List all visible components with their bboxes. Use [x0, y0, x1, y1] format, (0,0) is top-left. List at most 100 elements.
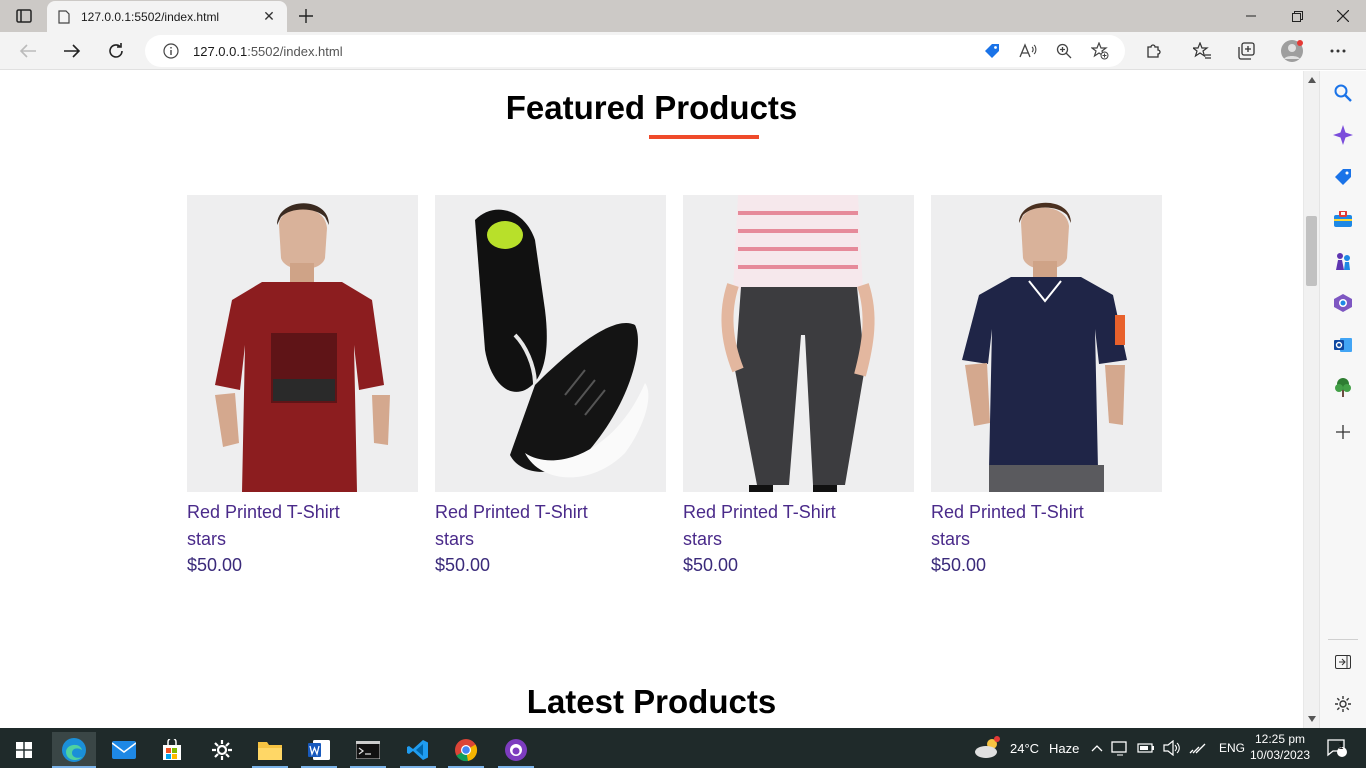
settings-more-button[interactable]	[1324, 38, 1352, 64]
sidebar-outlook-button[interactable]	[1332, 334, 1354, 356]
volume-icon[interactable]	[1163, 740, 1181, 756]
chess-piece-icon	[1336, 253, 1350, 270]
black-sneakers-image	[435, 195, 666, 492]
notification-count: 1	[1338, 741, 1344, 751]
info-icon[interactable]	[163, 43, 179, 59]
forward-button[interactable]	[58, 38, 86, 64]
address-bar[interactable]: 127.0.0.1:5502/index.html	[145, 35, 1125, 67]
tab-actions-button[interactable]	[8, 5, 40, 27]
zoom-icon[interactable]	[1053, 40, 1075, 62]
back-button[interactable]	[14, 38, 42, 64]
scrollbar-thumb[interactable]	[1306, 216, 1317, 286]
taskbar-vscode[interactable]	[396, 732, 440, 768]
collections-button[interactable]	[1232, 38, 1260, 64]
sidebar-discover-button[interactable]	[1332, 124, 1354, 146]
shopping-tag-icon[interactable]	[981, 40, 1003, 62]
more-icon	[1330, 49, 1346, 53]
search-icon	[1334, 84, 1352, 102]
close-window-button[interactable]	[1320, 0, 1366, 32]
product-price: $50.00	[435, 555, 491, 575]
gear-icon	[1335, 696, 1351, 712]
plus-icon	[1336, 425, 1350, 439]
product-image[interactable]	[187, 195, 418, 492]
clock-date: 10/03/2023	[1249, 748, 1311, 762]
close-tab-icon[interactable]: ✕	[261, 8, 277, 25]
taskbar-edge[interactable]	[52, 732, 96, 768]
sidebar-hide-button[interactable]	[1332, 651, 1354, 673]
taskbar-settings[interactable]	[200, 732, 244, 768]
arrow-left-icon	[19, 44, 36, 58]
man-navy-polo-image	[931, 195, 1162, 492]
taskbar-github-desktop[interactable]	[494, 732, 538, 768]
panel-collapse-icon	[1335, 655, 1351, 669]
chevron-up-icon[interactable]	[1091, 744, 1103, 752]
weather-temperature: 24°C	[1010, 740, 1040, 756]
arrow-right-icon	[64, 44, 81, 58]
browser-tab[interactable]: 127.0.0.1:5502/index.html ✕	[47, 1, 287, 32]
sidebar-settings-button[interactable]	[1332, 693, 1354, 715]
scroll-down-icon[interactable]	[1307, 714, 1317, 724]
sidebar-tree-button[interactable]	[1332, 376, 1354, 398]
taskbar-mail[interactable]	[102, 732, 146, 768]
new-tab-button[interactable]	[294, 4, 318, 28]
onedrive-display-icon[interactable]	[1111, 740, 1129, 756]
product-price: $50.00	[187, 555, 243, 575]
man-red-t-shirt-image	[187, 195, 418, 492]
add-favorite-icon[interactable]	[1089, 40, 1111, 62]
taskbar-chrome[interactable]	[444, 732, 488, 768]
browser-tab-bar: 127.0.0.1:5502/index.html ✕	[0, 0, 1366, 32]
product-card[interactable]: Red Printed T-Shirt stars $50.00	[187, 195, 418, 585]
product-rating: stars	[931, 529, 971, 549]
product-rating: stars	[435, 529, 475, 549]
taskbar-terminal[interactable]	[346, 732, 390, 768]
product-rating: stars	[187, 529, 227, 549]
restore-icon	[1291, 10, 1303, 22]
url-host: 127.0.0.1	[193, 43, 248, 59]
product-name[interactable]: Red Printed T-Shirt	[435, 502, 666, 522]
taskbar-file-explorer[interactable]	[248, 732, 292, 768]
scroll-up-icon[interactable]	[1307, 75, 1317, 85]
edge-browser-icon	[62, 738, 86, 762]
product-card[interactable]: Red Printed T-Shirt stars $50.00	[931, 195, 1162, 585]
start-button[interactable]	[2, 732, 46, 768]
cloudy-weather-icon	[975, 736, 1000, 758]
toolbox-icon	[1334, 211, 1352, 227]
product-name[interactable]: Red Printed T-Shirt	[683, 502, 914, 522]
wifi-icon[interactable]	[1189, 741, 1207, 755]
taskbar-word[interactable]	[297, 732, 341, 768]
refresh-button[interactable]	[102, 38, 130, 64]
shopping-tag-icon	[1335, 169, 1351, 185]
read-aloud-icon[interactable]	[1017, 40, 1039, 62]
plus-icon	[299, 9, 313, 23]
weather-widget[interactable]: 24°C Haze	[974, 728, 1079, 768]
profile-button[interactable]	[1278, 38, 1306, 64]
page-scrollbar[interactable]	[1303, 71, 1319, 728]
battery-icon[interactable]	[1137, 742, 1155, 754]
sidebar-add-button[interactable]	[1332, 421, 1354, 443]
tab-actions-icon	[16, 9, 32, 23]
product-price: $50.00	[683, 555, 739, 575]
page-viewport: Featured Products Red Printed T-Shirt st	[0, 71, 1303, 728]
taskbar-store[interactable]	[150, 732, 194, 768]
product-image[interactable]	[435, 195, 666, 492]
outlook-icon	[1334, 338, 1352, 352]
sidebar-games-button[interactable]	[1332, 250, 1354, 272]
word-icon	[308, 740, 330, 760]
sidebar-search-button[interactable]	[1332, 82, 1354, 104]
sidebar-office-button[interactable]	[1332, 292, 1354, 314]
product-name[interactable]: Red Printed T-Shirt	[187, 502, 418, 522]
product-card[interactable]: Red Printed T-Shirt stars $50.00	[683, 195, 914, 585]
sidebar-tools-button[interactable]	[1332, 208, 1354, 230]
product-name[interactable]: Red Printed T-Shirt	[931, 502, 1162, 522]
product-image[interactable]	[683, 195, 914, 492]
restore-button[interactable]	[1274, 0, 1320, 32]
sidebar-shopping-button[interactable]	[1332, 166, 1354, 188]
favorites-button[interactable]	[1188, 38, 1216, 64]
taskbar-clock[interactable]: 12:25 pm 10/03/2023	[1240, 731, 1320, 763]
product-image[interactable]	[931, 195, 1162, 492]
notification-center-button[interactable]: 1	[1322, 728, 1352, 768]
extensions-button[interactable]	[1140, 38, 1168, 64]
product-card[interactable]: Red Printed T-Shirt stars $50.00	[435, 195, 666, 585]
minimize-button[interactable]	[1228, 0, 1274, 32]
system-tray: ENG	[1091, 728, 1245, 768]
